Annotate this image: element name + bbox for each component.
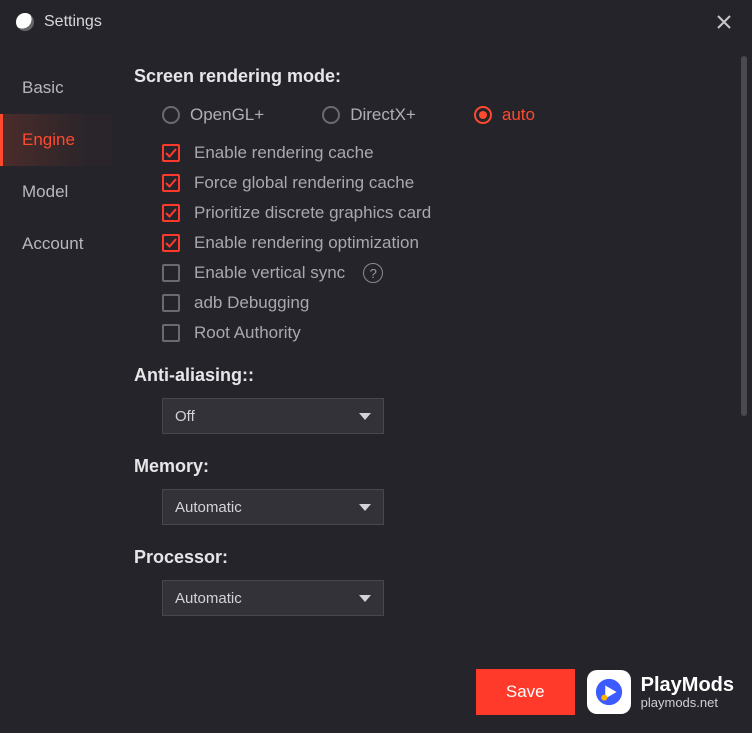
chevron-down-icon — [359, 504, 371, 511]
brand: PlayMods playmods.net — [587, 670, 734, 714]
save-button[interactable]: Save — [476, 669, 575, 715]
radio-dot-icon — [474, 106, 492, 124]
check-vsync[interactable]: Enable vertical sync ? — [134, 263, 716, 283]
checkbox-icon — [162, 324, 180, 342]
radio-auto[interactable]: auto — [474, 105, 535, 125]
brand-text: PlayMods playmods.net — [641, 674, 734, 710]
memory-select[interactable]: Automatic — [162, 489, 384, 525]
radio-dot-icon — [322, 106, 340, 124]
save-label: Save — [506, 682, 545, 702]
check-rendering-cache[interactable]: Enable rendering cache — [134, 143, 716, 163]
checkbox-icon — [162, 174, 180, 192]
check-adb-debugging[interactable]: adb Debugging — [134, 293, 716, 313]
check-force-global-cache[interactable]: Force global rendering cache — [134, 173, 716, 193]
tab-basic[interactable]: Basic — [0, 62, 112, 114]
antialias-select[interactable]: Off — [162, 398, 384, 434]
footer: Save PlayMods playmods.net — [476, 669, 734, 715]
brand-sub: playmods.net — [641, 696, 734, 710]
select-value: Off — [175, 408, 195, 425]
tab-label: Model — [22, 182, 68, 202]
close-button[interactable] — [712, 10, 736, 34]
app-icon — [16, 13, 34, 31]
check-label: adb Debugging — [194, 293, 309, 313]
chevron-down-icon — [359, 413, 371, 420]
window-title: Settings — [44, 13, 102, 31]
body: Basic Engine Model Account Screen render… — [0, 44, 752, 663]
section-title: Screen rendering mode: — [134, 66, 716, 87]
processor-label: Processor: — [134, 547, 716, 568]
tab-label: Basic — [22, 78, 64, 98]
tab-label: Account — [22, 234, 83, 254]
radio-opengl[interactable]: OpenGL+ — [162, 105, 264, 125]
tab-label: Engine — [22, 130, 75, 150]
select-value: Automatic — [175, 499, 242, 516]
checkbox-icon — [162, 204, 180, 222]
checkbox-icon — [162, 234, 180, 252]
radio-directx[interactable]: DirectX+ — [322, 105, 416, 125]
antialias-label: Anti-aliasing:: — [134, 365, 716, 386]
checkbox-icon — [162, 264, 180, 282]
check-label: Enable rendering optimization — [194, 233, 419, 253]
radio-label: DirectX+ — [350, 105, 416, 125]
check-label: Root Authority — [194, 323, 301, 343]
check-root-authority[interactable]: Root Authority — [134, 323, 716, 343]
radio-label: auto — [502, 105, 535, 125]
check-label: Enable rendering cache — [194, 143, 374, 163]
check-label: Prioritize discrete graphics card — [194, 203, 431, 223]
brand-icon — [587, 670, 631, 714]
checkbox-icon — [162, 144, 180, 162]
help-icon[interactable]: ? — [363, 263, 383, 283]
close-icon — [716, 14, 732, 30]
memory-label: Memory: — [134, 456, 716, 477]
tab-account[interactable]: Account — [0, 218, 112, 270]
tab-model[interactable]: Model — [0, 166, 112, 218]
check-rendering-optimization[interactable]: Enable rendering optimization — [134, 233, 716, 253]
select-value: Automatic — [175, 590, 242, 607]
chevron-down-icon — [359, 595, 371, 602]
brand-title: PlayMods — [641, 674, 734, 696]
sidebar: Basic Engine Model Account — [0, 44, 112, 663]
radio-label: OpenGL+ — [190, 105, 264, 125]
tab-engine[interactable]: Engine — [0, 114, 112, 166]
rendering-mode-radios: OpenGL+ DirectX+ auto — [134, 105, 716, 125]
scrollbar[interactable] — [741, 56, 747, 416]
radio-dot-icon — [162, 106, 180, 124]
settings-window: Settings Basic Engine Model Account Scre… — [0, 0, 752, 733]
check-label: Force global rendering cache — [194, 173, 414, 193]
check-discrete-gpu[interactable]: Prioritize discrete graphics card — [134, 203, 716, 223]
processor-select[interactable]: Automatic — [162, 580, 384, 616]
content-panel: Screen rendering mode: OpenGL+ DirectX+ … — [112, 44, 752, 663]
titlebar: Settings — [0, 0, 752, 44]
check-label: Enable vertical sync — [194, 263, 345, 283]
checkbox-icon — [162, 294, 180, 312]
